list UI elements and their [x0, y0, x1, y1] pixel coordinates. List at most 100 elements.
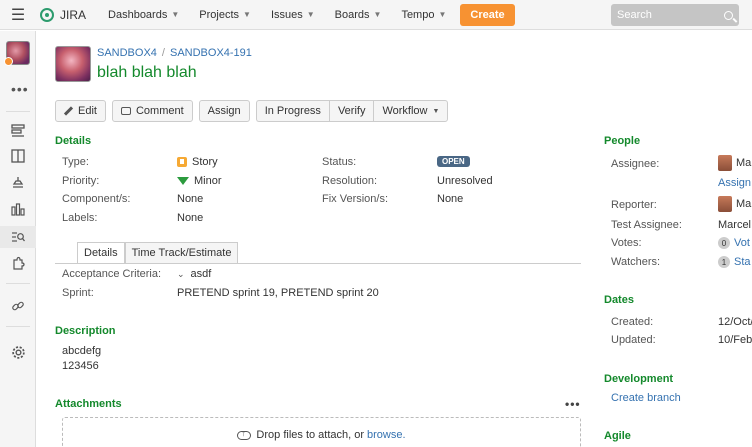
- pencil-icon: [64, 107, 73, 116]
- updated-label: Updated:: [611, 334, 656, 346]
- browse-link[interactable]: browse.: [367, 429, 406, 447]
- menu-icon[interactable]: ☰: [0, 0, 36, 30]
- chevron-down-icon: ▼: [171, 10, 180, 19]
- dates-heading[interactable]: Dates: [604, 294, 634, 306]
- attachment-dropzone[interactable]: Drop files to attach, or browse.: [62, 417, 581, 447]
- releases-icon[interactable]: [10, 174, 26, 190]
- breadcrumb-separator: /: [161, 47, 165, 59]
- search-input[interactable]: Search: [611, 4, 739, 26]
- comment-button[interactable]: Comment: [111, 100, 193, 122]
- nav-dashboards[interactable]: Dashboards ▼: [98, 0, 189, 30]
- chevron-down-icon: ▼: [438, 10, 447, 19]
- labels-label: Labels:: [62, 212, 98, 224]
- breadcrumb: SANDBOX4 / SANDBOX4-191: [97, 47, 252, 59]
- issue-view: SANDBOX4 / SANDBOX4-191 blah blah blah Edi…: [37, 31, 752, 447]
- user-avatar: [718, 155, 732, 171]
- brand-label: JIRA: [60, 7, 87, 22]
- status-label: Status:: [322, 156, 357, 168]
- created-label: Created:: [611, 316, 654, 328]
- reporter-name: Ma: [736, 198, 752, 210]
- issue-summary[interactable]: blah blah blah: [97, 64, 197, 82]
- nav-tempo[interactable]: Tempo ▼: [391, 0, 456, 30]
- components-value: None: [177, 193, 204, 205]
- workflow-button-group: In Progress Verify Workflow ▼: [255, 100, 449, 122]
- workflow-dropdown[interactable]: Workflow ▼: [373, 100, 449, 122]
- vote-link[interactable]: Vot: [734, 237, 750, 249]
- nav-projects[interactable]: Projects ▼: [189, 0, 261, 30]
- breadcrumb-issue-link[interactable]: SANDBOX4-191: [170, 47, 252, 59]
- priority-label: Priority:: [62, 175, 100, 187]
- start-watching-link[interactable]: Sta: [734, 256, 751, 268]
- tab-details[interactable]: Details: [77, 242, 125, 263]
- chevron-down-icon: ▼: [243, 10, 251, 19]
- more-options-icon[interactable]: •••: [565, 397, 581, 411]
- nav-boards[interactable]: Boards ▼: [325, 0, 392, 30]
- board-icon[interactable]: [10, 148, 26, 164]
- created-value: 12/Oct/: [718, 316, 752, 328]
- assignee-value[interactable]: Ma: [718, 155, 751, 171]
- development-heading[interactable]: Development: [604, 373, 673, 385]
- assign-button[interactable]: Assign: [198, 100, 250, 122]
- priority-value-text: Minor: [194, 175, 222, 187]
- tab-divider: [55, 263, 581, 264]
- acceptance-criteria-value[interactable]: ⌄ asdf: [177, 268, 211, 280]
- nav-issues[interactable]: Issues ▼: [261, 0, 325, 30]
- user-avatar: [718, 196, 732, 212]
- verify-button[interactable]: Verify: [328, 100, 374, 122]
- sprint-label: Sprint:: [62, 287, 94, 299]
- fix-version-value: None: [437, 193, 464, 205]
- assign-to-me-link[interactable]: Assign: [718, 177, 751, 189]
- watchers-value: 1 Sta: [718, 256, 751, 268]
- details-heading[interactable]: Details: [55, 135, 91, 147]
- create-branch-link[interactable]: Create branch: [611, 392, 681, 404]
- backlog-icon[interactable]: [10, 123, 26, 139]
- labels-value: None: [177, 212, 204, 224]
- add-ons-icon[interactable]: [10, 255, 26, 271]
- breadcrumb-project-link[interactable]: SANDBOX4: [97, 47, 157, 59]
- sprint-value: PRETEND sprint 19, PRETEND sprint 20: [177, 287, 379, 299]
- workflow-dropdown-label: Workflow: [382, 105, 428, 117]
- assignee-label: Assignee:: [611, 158, 660, 170]
- agile-heading[interactable]: Agile: [604, 430, 631, 442]
- votes-label: Votes:: [611, 237, 642, 249]
- link-icon[interactable]: [10, 298, 26, 314]
- status-badge: OPEN: [437, 156, 470, 167]
- drop-text: Drop files to attach, or: [256, 429, 365, 441]
- nav-tempo-label: Tempo: [401, 8, 435, 21]
- reporter-label: Reporter:: [611, 199, 657, 211]
- attachments-heading[interactable]: Attachments: [55, 398, 122, 410]
- search-icon: [724, 10, 733, 20]
- chevron-down-icon: ▼: [432, 107, 440, 115]
- gear-icon[interactable]: [10, 344, 26, 360]
- reporter-value[interactable]: Ma: [718, 196, 751, 212]
- more-icon[interactable]: •••: [11, 81, 29, 97]
- create-button[interactable]: Create: [460, 3, 515, 26]
- upload-cloud-icon: [237, 428, 252, 440]
- people-heading[interactable]: People: [604, 135, 640, 147]
- watchers-count-badge: 1: [718, 256, 730, 268]
- nav-issues-label: Issues: [270, 8, 303, 21]
- reports-icon[interactable]: [10, 201, 26, 217]
- status-value: OPEN: [437, 156, 470, 167]
- in-progress-button[interactable]: In Progress: [255, 100, 329, 122]
- assignee-name: Ma: [736, 157, 752, 169]
- type-value: Story: [177, 156, 218, 168]
- watchers-label: Watchers:: [611, 256, 661, 268]
- jira-logo[interactable]: JIRA: [40, 7, 87, 22]
- tab-time-track[interactable]: Time Track/Estimate: [124, 242, 239, 263]
- sidebar-divider: [6, 283, 30, 284]
- test-assignee-value: Marcel: [718, 219, 752, 231]
- description-line: 123456: [62, 360, 99, 372]
- logo-icon: [40, 7, 54, 22]
- chevron-down-icon: ▼: [373, 10, 382, 19]
- project-sidebar: •••: [0, 31, 36, 447]
- acceptance-criteria-label: Acceptance Criteria:: [62, 268, 162, 280]
- project-avatar-large: [55, 46, 91, 82]
- search-placeholder: Search: [617, 9, 652, 21]
- votes-count-badge: 0: [718, 237, 730, 249]
- issues-search-icon[interactable]: [10, 229, 26, 245]
- story-icon: [177, 157, 187, 167]
- edit-button-label: Edit: [78, 105, 97, 117]
- description-heading[interactable]: Description: [55, 325, 116, 337]
- edit-button[interactable]: Edit: [55, 100, 106, 122]
